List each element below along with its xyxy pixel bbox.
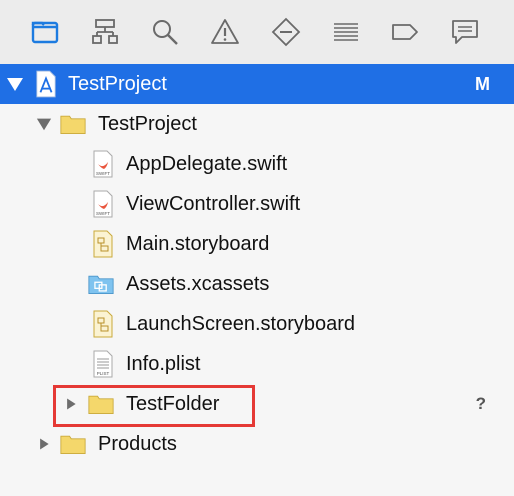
- tree-row-label: LaunchScreen.storyboard: [126, 313, 356, 335]
- swift-file-icon: SWIFT: [90, 149, 116, 179]
- folder-icon[interactable]: [29, 16, 61, 48]
- status-badge: M: [475, 73, 490, 94]
- tree-row-label: Products: [98, 433, 177, 455]
- storyboard-file-icon: [90, 229, 116, 259]
- tree-row-file[interactable]: SWIFT AppDelegate.swift: [0, 144, 514, 184]
- tree-row-label: Assets.xcassets: [126, 273, 270, 295]
- swift-file-icon: SWIFT: [90, 189, 116, 219]
- tree-row-label: AppDelegate.swift: [126, 153, 288, 175]
- disclosure-expanded-icon[interactable]: [6, 75, 24, 93]
- list-icon[interactable]: [330, 16, 362, 48]
- svg-text:PLIST: PLIST: [97, 371, 110, 376]
- chat-icon[interactable]: [449, 16, 481, 48]
- tree-row-file[interactable]: LaunchScreen.storyboard: [0, 304, 514, 344]
- search-icon[interactable]: [149, 16, 181, 48]
- folder-icon: [60, 109, 86, 139]
- tree-row-project[interactable]: TestProject M: [0, 64, 514, 104]
- status-badge: ?: [475, 394, 486, 413]
- tree-row-label: Main.storyboard: [126, 233, 270, 255]
- tree-row-group[interactable]: TestProject: [0, 104, 514, 144]
- tree-row-group[interactable]: Products: [0, 424, 514, 464]
- warning-icon[interactable]: [209, 16, 241, 48]
- navigator-toolbar: [0, 0, 514, 65]
- disclosure-expanded-icon[interactable]: [35, 115, 53, 133]
- tag-icon[interactable]: [389, 16, 421, 48]
- tree-row-file[interactable]: PLIST Info.plist: [0, 344, 514, 384]
- svg-text:SWIFT: SWIFT: [96, 171, 110, 176]
- tree-row-file[interactable]: SWIFT ViewController.swift: [0, 184, 514, 224]
- tree-row-label: Info.plist: [126, 353, 201, 375]
- plist-file-icon: PLIST: [90, 349, 116, 379]
- svg-text:SWIFT: SWIFT: [96, 211, 110, 216]
- disclosure-collapsed-icon[interactable]: [35, 435, 53, 453]
- tree-row-label: TestProject: [68, 73, 167, 95]
- diamond-minus-icon[interactable]: [270, 16, 302, 48]
- tree-row-file[interactable]: Assets.xcassets: [0, 264, 514, 304]
- project-navigator: TestProject M TestProject SWIFT AppDeleg…: [0, 64, 514, 496]
- tree-row-file[interactable]: Main.storyboard: [0, 224, 514, 264]
- folder-icon: [60, 429, 86, 459]
- highlight-box: [53, 385, 255, 427]
- asset-catalog-icon: [88, 269, 114, 299]
- hierarchy-icon[interactable]: [89, 16, 121, 48]
- storyboard-file-icon: [90, 309, 116, 339]
- xcode-project-icon: [33, 69, 59, 99]
- tree-row-label: TestProject: [98, 113, 197, 135]
- tree-row-label: ViewController.swift: [126, 193, 301, 215]
